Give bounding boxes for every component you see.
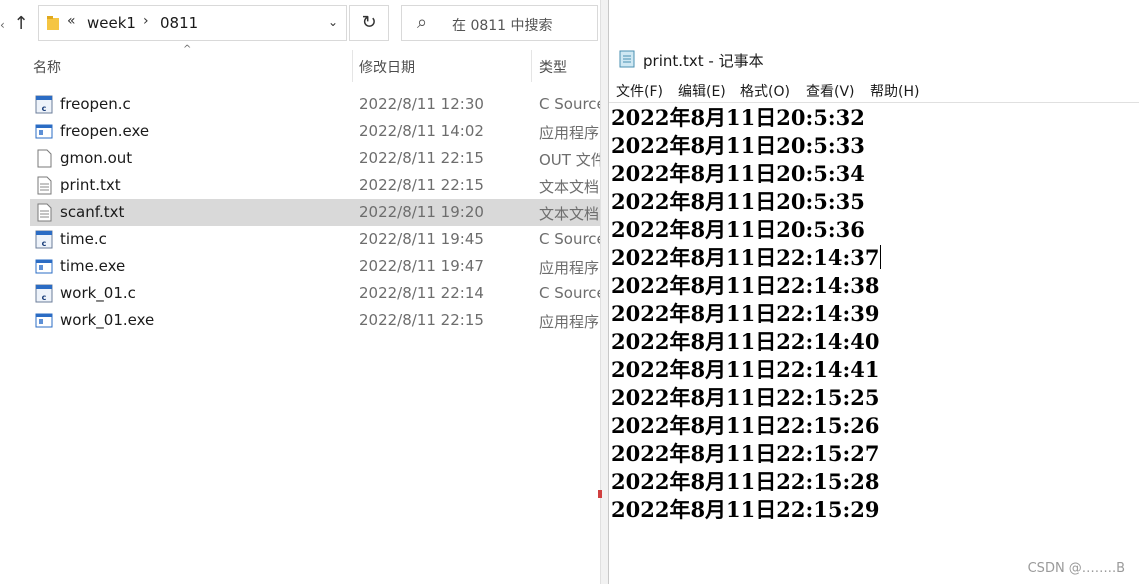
file-type: 应用程序: [539, 124, 600, 142]
text-line: 2022年8月11日22:15:26: [611, 413, 880, 438]
file-row[interactable]: c work_01.c 2022/8/11 22:14 C Source: [30, 280, 600, 307]
file-name: work_01.c: [60, 284, 136, 302]
file-row[interactable]: print.txt 2022/8/11 22:15 文本文档: [30, 172, 600, 199]
file-date: 2022/8/11 22:15: [359, 311, 484, 329]
file-date: 2022/8/11 12:30: [359, 95, 484, 113]
menu-view[interactable]: 查看(V): [806, 81, 855, 101]
file-type: 应用程序: [539, 259, 600, 277]
text-file-icon: [35, 176, 53, 195]
breadcrumb-week1[interactable]: week1: [87, 14, 136, 32]
menu-file[interactable]: 文件(F): [616, 81, 663, 101]
file-type: C Source: [539, 95, 600, 113]
text-line: 2022年8月11日22:14:40: [611, 329, 880, 354]
file-row[interactable]: time.exe 2022/8/11 19:47 应用程序: [30, 253, 600, 280]
up-arrow-icon[interactable]: ↑: [10, 12, 32, 36]
notepad-title: print.txt - 记事本: [643, 52, 764, 70]
file-date: 2022/8/11 19:20: [359, 203, 484, 221]
text-line: 2022年8月11日22:15:28: [611, 469, 880, 494]
text-line: 2022年8月11日20:5:35: [611, 189, 865, 214]
file-row[interactable]: gmon.out 2022/8/11 22:15 OUT 文件: [30, 145, 600, 172]
file-date: 2022/8/11 22:14: [359, 284, 484, 302]
text-line: 2022年8月11日22:15:29: [611, 497, 880, 522]
blank-file-icon: [35, 149, 53, 168]
text-line: 2022年8月11日22:15:25: [611, 385, 880, 410]
text-line: 2022年8月11日22:14:39: [611, 301, 880, 326]
breadcrumb-separator-icon[interactable]: ›: [143, 13, 149, 29]
text-line: 2022年8月11日20:5:32: [611, 105, 865, 130]
sort-caret-icon: ^: [183, 44, 192, 55]
file-date: 2022/8/11 19:47: [359, 257, 484, 275]
file-name: freopen.exe: [60, 122, 150, 140]
text-line: 2022年8月11日20:5:33: [611, 133, 865, 158]
file-row[interactable]: c freopen.c 2022/8/11 12:30 C Source: [30, 91, 600, 118]
file-name: print.txt: [60, 176, 121, 194]
file-name: time.c: [60, 230, 107, 248]
svg-text:c: c: [42, 104, 47, 113]
file-name: freopen.c: [60, 95, 131, 113]
chevron-down-icon[interactable]: ⌄: [328, 15, 338, 29]
notepad-window: print.txt - 记事本 文件(F) 编辑(E) 格式(O) 查看(V) …: [608, 0, 1139, 584]
search-icon: ⌕: [417, 12, 428, 33]
c-source-icon: c: [35, 284, 53, 303]
column-divider[interactable]: [531, 50, 532, 82]
c-source-icon: c: [35, 95, 53, 114]
notepad-icon: [619, 50, 635, 68]
file-type: 文本文档: [539, 205, 600, 223]
menu-help[interactable]: 帮助(H): [870, 81, 919, 101]
svg-text:c: c: [42, 239, 47, 248]
watermark: CSDN @……..B: [1027, 561, 1125, 576]
menu-edit[interactable]: 编辑(E): [678, 81, 726, 101]
exe-icon: [35, 257, 53, 276]
search-placeholder: 在 0811 中搜索: [452, 18, 553, 34]
text-line: 2022年8月11日20:5:36: [611, 217, 865, 242]
file-name: time.exe: [60, 257, 126, 275]
text-line: 2022年8月11日22:14:37: [611, 245, 882, 270]
folder-icon: [47, 16, 59, 30]
text-line: 2022年8月11日22:14:38: [611, 273, 880, 298]
file-type: 应用程序: [539, 313, 600, 331]
file-type: C Source: [539, 230, 600, 248]
text-line: 2022年8月11日20:5:34: [611, 161, 865, 186]
search-input[interactable]: ⌕ 在 0811 中搜索: [401, 5, 598, 41]
column-header-date[interactable]: 修改日期: [359, 57, 415, 77]
file-row[interactable]: c time.c 2022/8/11 19:45 C Source: [30, 226, 600, 253]
file-name: work_01.exe: [60, 311, 155, 329]
exe-icon: [35, 122, 53, 141]
file-name: scanf.txt: [60, 203, 125, 221]
file-row[interactable]: scanf.txt 2022/8/11 19:20 文本文档: [30, 199, 600, 226]
refresh-button[interactable]: ↻: [349, 5, 389, 41]
column-divider[interactable]: [352, 50, 353, 82]
text-line: 2022年8月11日22:15:27: [611, 441, 880, 466]
c-source-icon: c: [35, 230, 53, 249]
red-mark: [598, 490, 602, 498]
nav-chevron-icon[interactable]: ‹: [0, 18, 5, 32]
file-type: C Source: [539, 284, 600, 302]
breadcrumb-0811[interactable]: 0811: [160, 14, 198, 32]
refresh-icon: ↻: [361, 12, 377, 33]
breadcrumb-overflow-icon[interactable]: «: [67, 13, 76, 29]
menu-divider: [609, 102, 1139, 103]
file-date: 2022/8/11 22:15: [359, 149, 484, 167]
text-file-icon: [35, 203, 53, 222]
file-date: 2022/8/11 22:15: [359, 176, 484, 194]
address-bar[interactable]: « week1 › 0811 ⌄: [38, 5, 347, 41]
menu-format[interactable]: 格式(O): [740, 81, 790, 101]
svg-text:c: c: [42, 293, 47, 302]
file-row[interactable]: freopen.exe 2022/8/11 14:02 应用程序: [30, 118, 600, 145]
file-type: OUT 文件: [539, 151, 600, 169]
file-date: 2022/8/11 19:45: [359, 230, 484, 248]
file-name: gmon.out: [60, 149, 133, 167]
text-line: 2022年8月11日22:14:41: [611, 357, 880, 382]
file-date: 2022/8/11 14:02: [359, 122, 484, 140]
column-header-name[interactable]: 名称: [33, 57, 61, 77]
column-header-type[interactable]: 类型: [539, 57, 567, 77]
exe-icon: [35, 311, 53, 330]
text-caret: [880, 245, 882, 269]
file-type: 文本文档: [539, 178, 600, 196]
text-editor-area[interactable]: 2022年8月11日20:5:32 2022年8月11日20:5:33 2022年8…: [611, 104, 882, 524]
file-row[interactable]: work_01.exe 2022/8/11 22:15 应用程序: [30, 307, 600, 334]
file-explorer-window: ‹ ↑ « week1 › 0811 ⌄ ↻ ⌕ 在 0811 中搜索 ^ 名称…: [0, 0, 600, 584]
